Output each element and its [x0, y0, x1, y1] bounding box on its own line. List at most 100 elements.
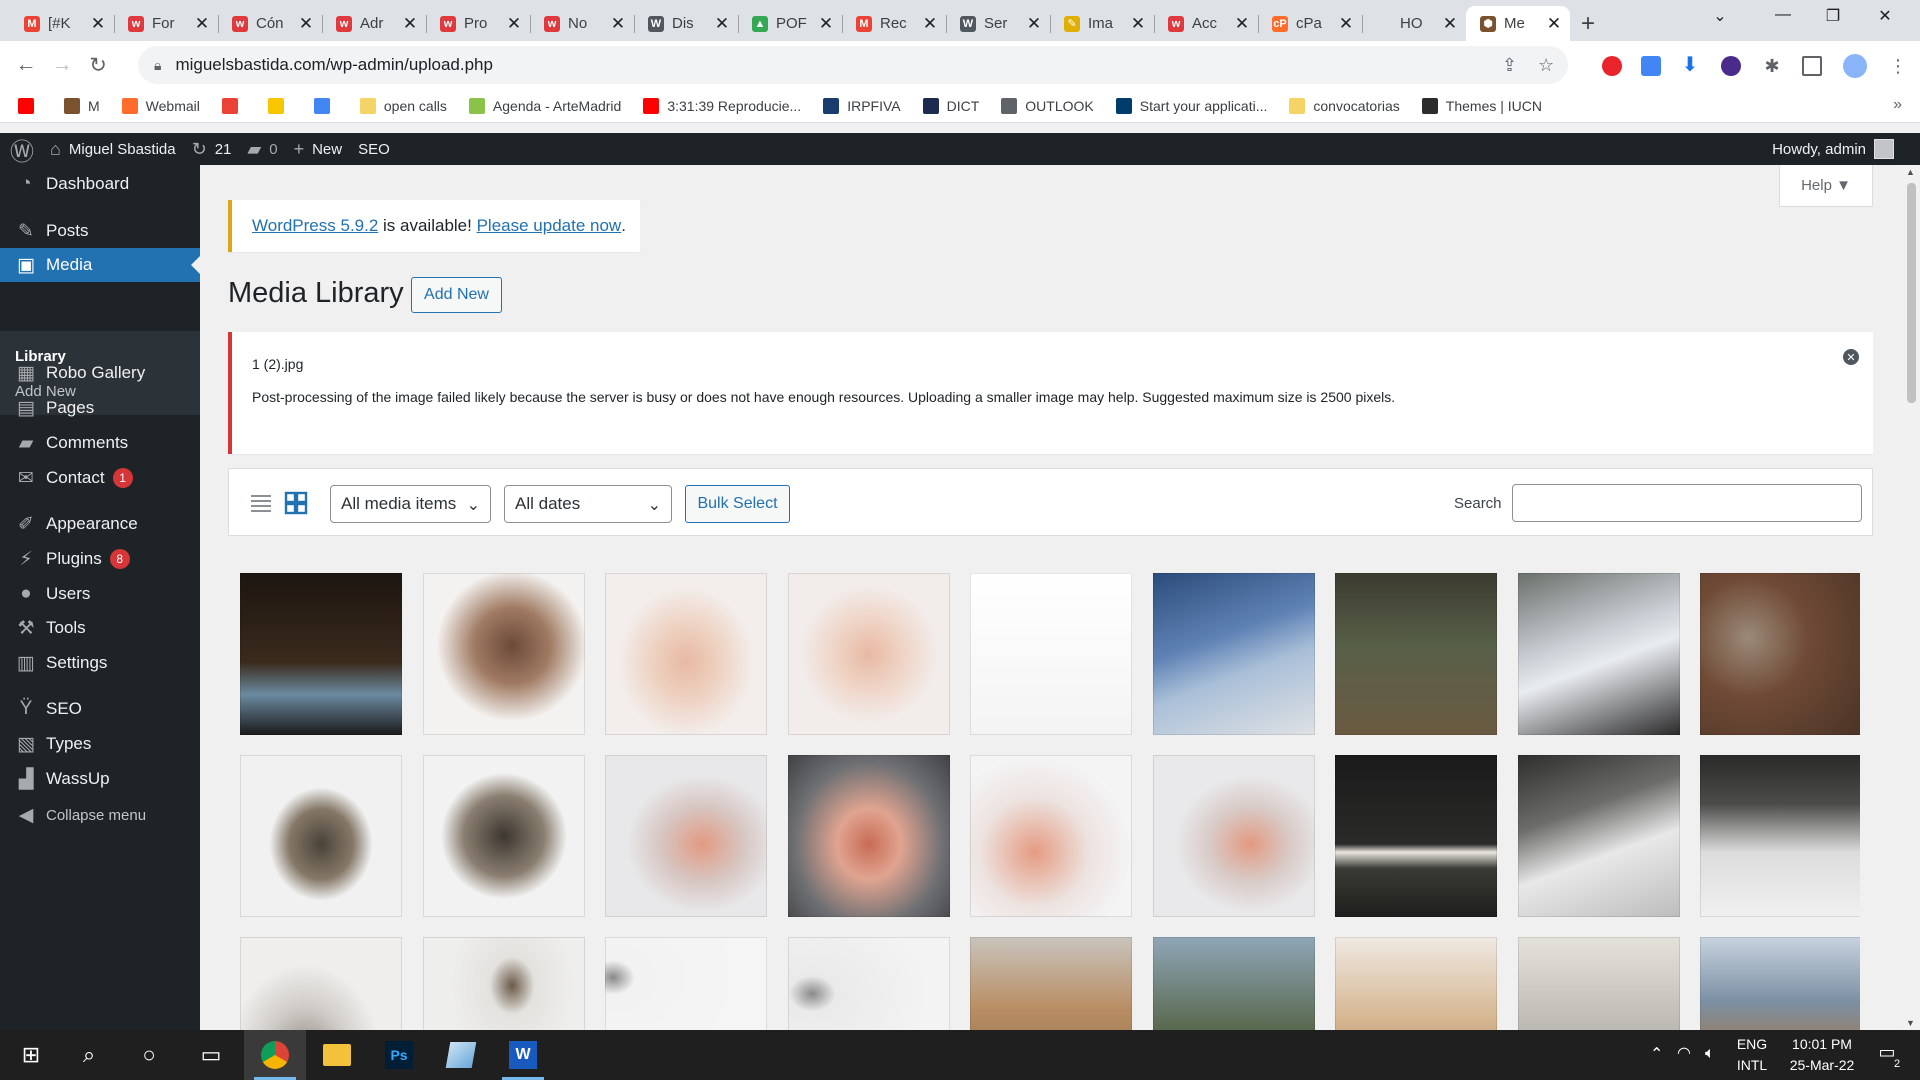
browser-tab[interactable]: cP cPa ✕ [1258, 6, 1362, 41]
sidebar-item-settings[interactable]: ▥ Settings [0, 646, 200, 680]
attachment-thumbnail[interactable] [1335, 573, 1497, 735]
sidebar-item-media[interactable]: ▣ Media [0, 248, 200, 282]
address-bar[interactable]: 🔒︎ miguelsbastida.com/wp-admin/upload.ph… [138, 46, 1568, 84]
bookmark-item[interactable]: Start your applicati... [1115, 97, 1267, 114]
attachment-thumbnail[interactable] [970, 755, 1132, 917]
bookmark-star-icon[interactable]: ☆ [1538, 55, 1554, 76]
attachment-thumbnail[interactable] [787, 937, 950, 1030]
bookmark-item[interactable] [18, 97, 42, 114]
bookmark-item[interactable]: Webmail [121, 97, 200, 114]
browser-tab[interactable]: HO ✕ [1362, 6, 1466, 41]
clock-time[interactable]: 10:01 PM [1780, 1034, 1864, 1055]
bookmark-item[interactable]: IRPFIVA [823, 97, 901, 114]
attachment-thumbnail[interactable] [787, 755, 950, 917]
download-extension-icon[interactable]: ⬇ [1680, 55, 1700, 76]
browser-tab[interactable]: W Ser ✕ [946, 6, 1050, 41]
list-view-icon[interactable] [249, 491, 273, 515]
bookmark-item[interactable]: DICT [922, 97, 979, 114]
attachment-thumbnail[interactable] [787, 573, 950, 735]
attachment-thumbnail[interactable] [240, 755, 402, 917]
close-icon[interactable]: ✕ [298, 14, 314, 34]
updates-link[interactable]: ↻ 21 [192, 133, 232, 165]
file-explorer-icon[interactable] [306, 1030, 368, 1080]
browser-tab[interactable]: ✎ Ima ✕ [1050, 6, 1154, 41]
close-icon[interactable]: ✕ [714, 14, 730, 34]
photoshop-icon[interactable]: Ps [368, 1030, 430, 1080]
bookmark-item[interactable]: 3:31:39 Reproducie... [643, 97, 801, 114]
browser-menu-icon[interactable]: ⋮ [1888, 56, 1908, 76]
attachment-thumbnail[interactable] [240, 937, 402, 1030]
scroll-down-icon[interactable]: ▼ [1906, 1018, 1915, 1028]
browser-tab[interactable]: w Adr ✕ [322, 6, 426, 41]
show-hidden-icons-icon[interactable]: ⌃ [1650, 1044, 1663, 1065]
close-icon[interactable]: ✕ [1026, 14, 1042, 34]
wordpress-version-link[interactable]: WordPress 5.9.2 [252, 216, 378, 236]
browser-tab[interactable]: W Dis ✕ [634, 6, 738, 41]
tab-search-icon[interactable]: ⌄ [1700, 6, 1740, 26]
attachment-thumbnail[interactable] [1517, 755, 1680, 917]
clock-date[interactable]: 25-Mar-22 [1780, 1055, 1864, 1076]
close-icon[interactable]: ✕ [506, 14, 522, 34]
help-button[interactable]: Help ▼ [1779, 165, 1873, 207]
back-icon[interactable]: ← [8, 47, 44, 83]
sidebar-item-wassup[interactable]: ▟ WassUp [0, 762, 200, 796]
attachment-thumbnail[interactable] [422, 937, 585, 1030]
bookmark-item[interactable]: open calls [359, 97, 447, 114]
sidebar-item-appearance[interactable]: ✐ Appearance [0, 507, 200, 541]
sidebar-item-plugins[interactable]: ⚡ Plugins 8 [0, 542, 200, 576]
language-indicator-bottom[interactable]: INTL [1730, 1055, 1774, 1076]
sidebar-item-robo-gallery[interactable]: ▦ Robo Gallery [0, 356, 200, 390]
attachment-thumbnail[interactable] [1152, 755, 1315, 917]
attachment-thumbnail[interactable] [970, 937, 1132, 1030]
sidebar-item-types[interactable]: ▧ Types [0, 727, 200, 761]
sidebar-item-pages[interactable]: ▤ Pages [0, 391, 200, 425]
seo-link[interactable]: SEO [358, 133, 390, 165]
media-type-filter[interactable]: All media items ⌄ [330, 485, 491, 523]
scroll-thumb[interactable] [1907, 183, 1916, 403]
close-icon[interactable]: ✕ [90, 14, 106, 34]
browser-tab[interactable]: w Acc ✕ [1154, 6, 1258, 41]
sidebar-item-tools[interactable]: ⚒ Tools [0, 611, 200, 645]
add-new-button[interactable]: Add New [411, 277, 502, 313]
new-content-link[interactable]: + New [294, 133, 343, 165]
attachment-thumbnail[interactable] [1335, 755, 1497, 917]
wordpress-logo-icon[interactable]: Ⓦ [0, 133, 44, 166]
maximize-button[interactable]: ❐ [1813, 6, 1853, 26]
attachment-thumbnail[interactable] [605, 937, 767, 1030]
attachment-thumbnail[interactable] [1152, 573, 1315, 735]
update-now-link[interactable]: Please update now [477, 216, 622, 236]
browser-tab[interactable]: ⬢ Me ✕ [1466, 6, 1570, 41]
comments-link[interactable]: ▰ 0 [247, 133, 277, 165]
bookmark-item[interactable] [267, 97, 292, 114]
app-icon[interactable] [430, 1030, 492, 1080]
browser-tab[interactable]: w Cón ✕ [218, 6, 322, 41]
close-icon[interactable]: ✕ [1338, 14, 1354, 34]
site-name-link[interactable]: ⌂ Miguel Sbastida [50, 133, 176, 165]
attachment-thumbnail[interactable] [970, 573, 1132, 735]
word-icon[interactable]: W [492, 1030, 554, 1080]
puzzle-extensions-icon[interactable]: ✱ [1762, 56, 1782, 76]
bookmark-item[interactable]: OUTLOOK [1001, 97, 1094, 114]
browser-tab[interactable]: w No ✕ [530, 6, 634, 41]
wifi-icon[interactable]: ◠ [1677, 1043, 1691, 1064]
more-bookmarks-icon[interactable]: » [1893, 96, 1902, 114]
bookmark-item[interactable]: M [64, 97, 100, 114]
close-icon[interactable]: ✕ [818, 14, 834, 34]
bookmark-item[interactable] [313, 97, 338, 114]
attachment-thumbnail[interactable] [1517, 937, 1680, 1030]
attachment-thumbnail[interactable] [1700, 755, 1860, 917]
media-search-input[interactable] [1512, 484, 1862, 522]
bookmark-item[interactable]: Agenda - ArteMadrid [468, 97, 621, 114]
close-icon[interactable]: ✕ [1442, 14, 1458, 34]
close-icon[interactable]: ✕ [402, 14, 418, 34]
attachment-thumbnail[interactable] [605, 573, 767, 735]
sidebar-item-users[interactable]: ● Users [0, 577, 200, 611]
scroll-up-icon[interactable]: ▲ [1906, 167, 1915, 177]
bookmark-item[interactable]: convocatorias [1289, 97, 1400, 114]
share-icon[interactable]: ⇪ [1502, 55, 1517, 76]
close-icon[interactable]: ✕ [1234, 14, 1250, 34]
browser-tab[interactable]: w For ✕ [114, 6, 218, 41]
task-view-icon[interactable]: ▭ [180, 1030, 242, 1080]
bookmark-item[interactable]: Themes | IUCN [1421, 97, 1542, 114]
lock-icon[interactable]: 🔒︎ [154, 57, 161, 74]
